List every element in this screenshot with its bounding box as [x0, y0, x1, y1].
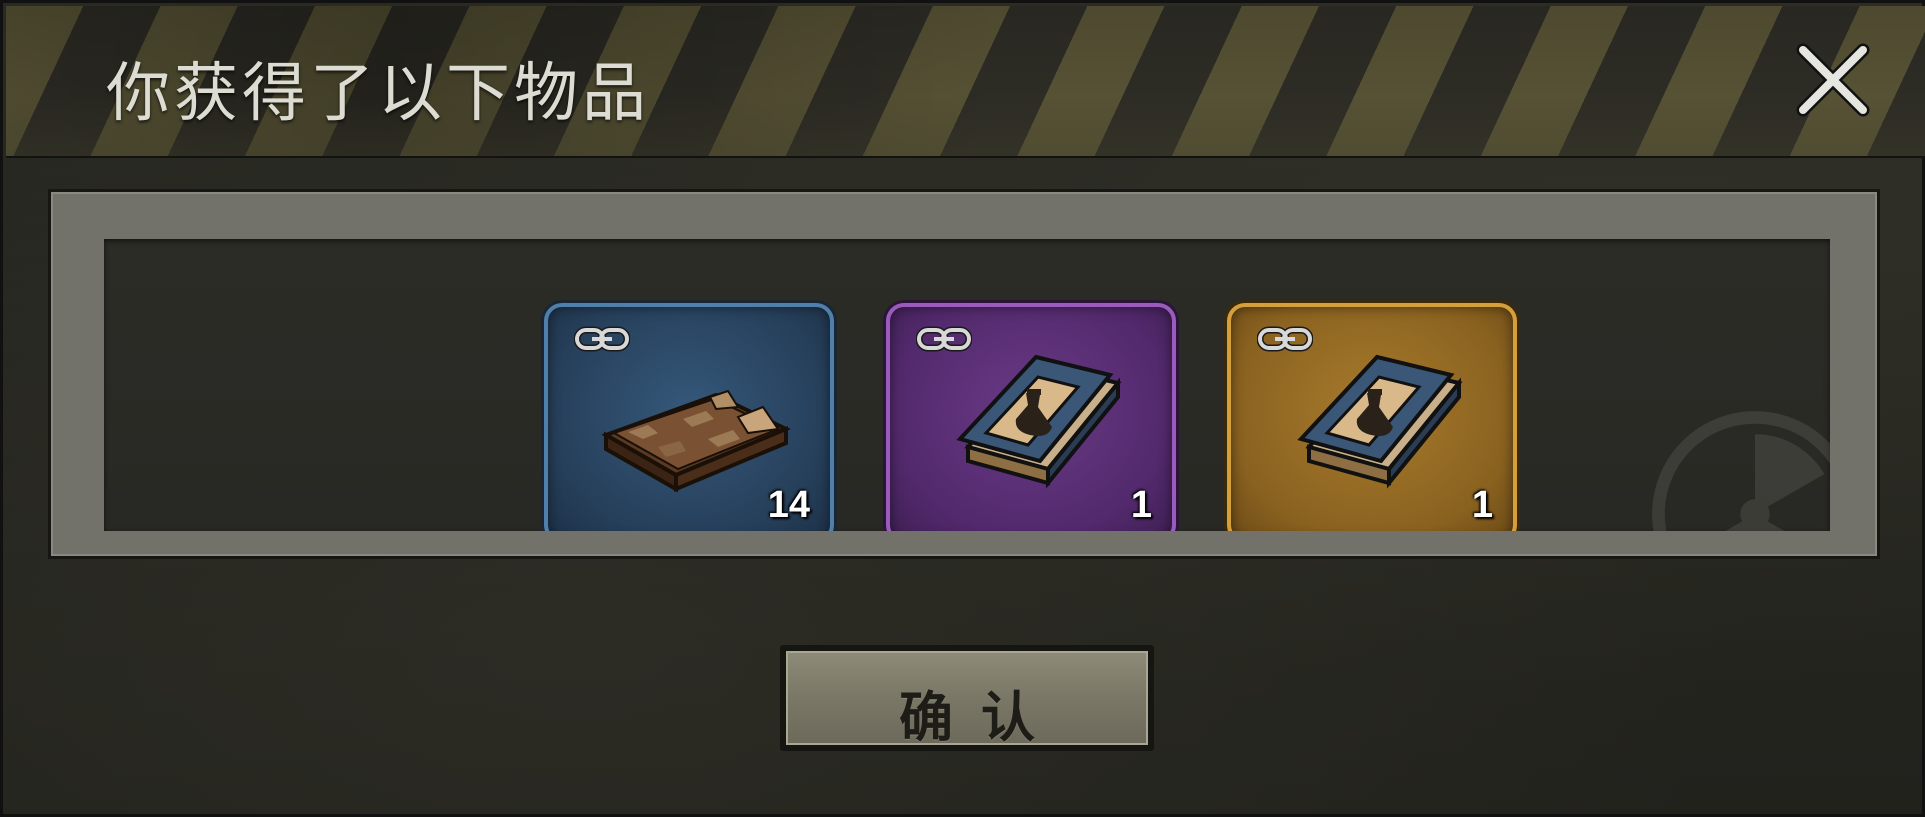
item-slot-2[interactable]: 1 — [886, 303, 1176, 531]
item-count: 14 — [767, 484, 810, 526]
reward-dialog: 你获得了以下物品 14 1 1 确认 — [0, 0, 1925, 817]
dialog-title: 你获得了以下物品 — [106, 57, 650, 131]
flask-recipe-book-icon — [956, 354, 1122, 489]
items-panel: 14 1 1 — [104, 239, 1830, 531]
confirm-button[interactable]: 确认 — [780, 645, 1154, 751]
torn-map-book-icon — [601, 389, 791, 493]
close-button[interactable] — [1793, 40, 1873, 120]
close-icon — [1796, 43, 1870, 117]
item-slot-3[interactable]: 1 — [1227, 303, 1517, 531]
item-count: 1 — [1471, 484, 1493, 526]
confirm-button-face: 确认 — [786, 651, 1148, 749]
confirm-button-label: 确认 — [899, 686, 1063, 749]
radiation-watermark-icon — [1652, 411, 1830, 531]
item-count: 1 — [1130, 484, 1152, 526]
flask-recipe-book-icon — [1297, 354, 1463, 489]
item-slot-1[interactable]: 14 — [544, 303, 834, 531]
title-bar: 你获得了以下物品 — [6, 6, 1925, 158]
items-frame: 14 1 1 — [48, 189, 1880, 559]
